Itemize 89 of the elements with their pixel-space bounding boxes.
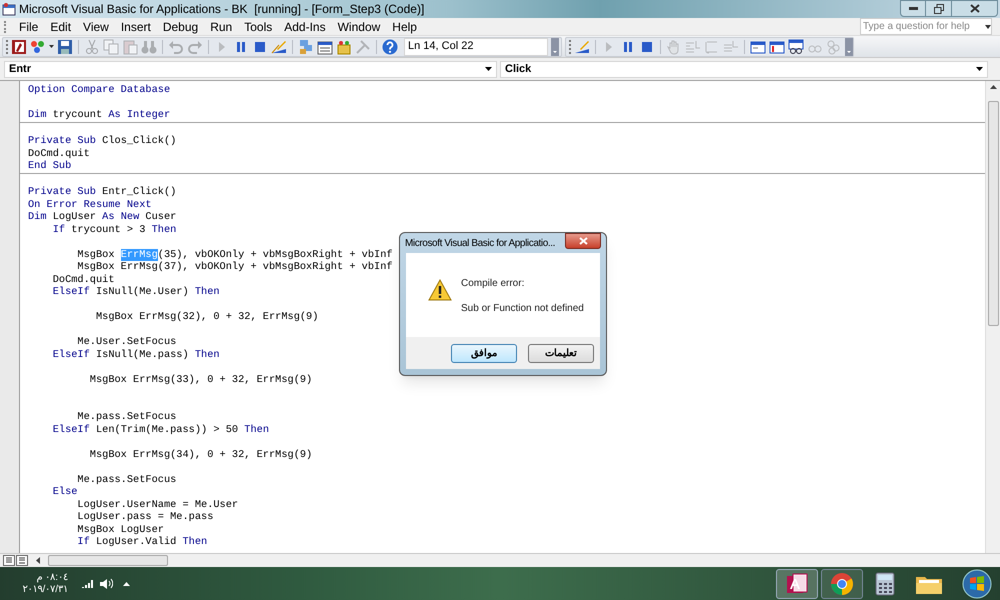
minimize-button[interactable] bbox=[900, 0, 926, 17]
restore-icon bbox=[934, 4, 944, 14]
help-icon[interactable] bbox=[382, 38, 398, 54]
code-line: Option Compare Database bbox=[28, 84, 170, 96]
menu-item[interactable]: Debug bbox=[156, 18, 204, 36]
locals-window-icon[interactable] bbox=[750, 38, 766, 54]
code-line: ElseIf IsNull(Me.User) Then bbox=[52, 286, 220, 298]
insert-module-icon[interactable] bbox=[30, 38, 46, 54]
menu-item[interactable]: File bbox=[13, 18, 44, 36]
scroll-up-arrow-icon bbox=[990, 85, 996, 89]
code-line: Dim LogUser As New Cuser bbox=[28, 211, 176, 224]
access-view-icon[interactable] bbox=[11, 38, 27, 54]
menu-item[interactable]: Run bbox=[204, 18, 238, 36]
code-line: MsgBox ErrMsg(35), vbOKOnly + vbMsgBoxRight + vbInf bbox=[76, 248, 393, 261]
clock-time: ٠٨:٠٤ م bbox=[36, 572, 68, 584]
code-line: LogUser.pass = Me.pass bbox=[76, 511, 214, 524]
calculator-icon[interactable] bbox=[875, 572, 895, 596]
horizontal-scrollbar-thumb[interactable] bbox=[48, 555, 168, 566]
procedure-view-icon[interactable] bbox=[3, 555, 15, 566]
watch-window-icon[interactable] bbox=[788, 38, 804, 54]
close-icon bbox=[970, 4, 980, 13]
close-button[interactable] bbox=[952, 0, 998, 17]
window-title: Microsoft Visual Basic for Applications - BK [running] - [Form_Step3 (Code)] bbox=[19, 1, 424, 18]
code-line: On Error Resume Next bbox=[28, 198, 152, 211]
code-line: MsgBox LogUser bbox=[76, 524, 164, 536]
code-line: MsgBox ErrMsg(34), 0 + 32, ErrMsg(9) bbox=[88, 448, 312, 461]
minimize-icon bbox=[908, 7, 918, 10]
object-browser-icon[interactable] bbox=[336, 38, 352, 54]
code-line: Private Sub Entr_Click() bbox=[28, 186, 176, 198]
code-line: DoCmd.quit bbox=[28, 148, 90, 160]
code-line: DoCmd.quit bbox=[52, 274, 115, 286]
menu-item[interactable]: Add-Ins bbox=[278, 18, 332, 36]
error-heading: Compile error: bbox=[461, 277, 526, 291]
design-mode-icon[interactable] bbox=[271, 38, 287, 54]
properties-window-icon[interactable] bbox=[317, 38, 333, 54]
code-line: MsgBox ErrMsg(32), 0 + 32, ErrMsg(9) bbox=[94, 311, 318, 324]
procedure-dropdown[interactable]: Click bbox=[500, 60, 988, 78]
menu-item[interactable]: View bbox=[77, 18, 115, 36]
immediate-window-icon[interactable] bbox=[769, 38, 785, 54]
start-button-icon[interactable] bbox=[962, 568, 992, 598]
code-line: Dim trycount As Integer bbox=[28, 109, 170, 122]
app-icon bbox=[2, 2, 16, 16]
vertical-scrollbar[interactable] bbox=[985, 81, 1000, 553]
close-icon bbox=[578, 237, 588, 245]
taskbar-app-button[interactable] bbox=[776, 568, 818, 598]
menu-item[interactable]: Help bbox=[386, 18, 423, 36]
menu-item[interactable]: Tools bbox=[238, 18, 278, 36]
chrome-browser-icon bbox=[830, 572, 854, 596]
dropdown-arrow-icon bbox=[485, 67, 492, 71]
show-hidden-icons-icon[interactable] bbox=[123, 582, 130, 586]
error-message: Sub or Function not defined bbox=[461, 302, 584, 316]
code-line: If trycount > 3 Then bbox=[52, 224, 176, 236]
save-icon[interactable] bbox=[57, 38, 73, 54]
dropdown-arrow-icon bbox=[985, 24, 991, 28]
dialog-button[interactable]: موافق bbox=[451, 344, 517, 362]
code-line: End Sub bbox=[28, 160, 72, 172]
scroll-left-arrow-icon bbox=[36, 557, 40, 564]
cursor-position-field: Ln 14, Col 22 bbox=[404, 38, 548, 56]
dropdown-arrow-icon bbox=[976, 67, 983, 71]
code-line: Me.pass.SetFocus bbox=[76, 411, 176, 424]
dialog-button[interactable]: تعليمات bbox=[528, 344, 594, 362]
dialog-close-button[interactable] bbox=[565, 233, 601, 249]
code-line: Private Sub Clos_Click() bbox=[28, 135, 176, 148]
scrollbar-thumb[interactable] bbox=[988, 101, 998, 326]
code-line: MsgBox ErrMsg(37), vbOKOnly + vbMsgBoxRight + vbInf bbox=[76, 261, 393, 274]
code-line: MsgBox ErrMsg(33), 0 + 32, ErrMsg(9) bbox=[88, 374, 312, 386]
menu-item[interactable]: Edit bbox=[44, 18, 78, 36]
code-line: LogUser.UserName = Me.User bbox=[76, 498, 238, 511]
network-signal-icon[interactable] bbox=[82, 579, 94, 588]
menu-item[interactable]: Insert bbox=[114, 18, 157, 36]
code-line: If LogUser.Valid Then bbox=[76, 536, 208, 548]
clock-date: ٢٠١٩/٠٧/٣١ bbox=[22, 584, 68, 596]
object-dropdown[interactable]: Entr bbox=[4, 60, 497, 78]
code-line: ElseIf Len(Trim(Me.pass)) > 50 Then bbox=[52, 424, 269, 436]
volume-icon[interactable] bbox=[100, 578, 113, 589]
menu-item[interactable]: Window bbox=[332, 18, 386, 36]
dialog-title: Microsoft Visual Basic for Applicatio... bbox=[405, 236, 555, 250]
code-line: Me.User.SetFocus bbox=[76, 336, 176, 348]
code-line: Me.pass.SetFocus bbox=[77, 474, 176, 486]
code-line: ElseIf IsNull(Me.pass) Then bbox=[52, 348, 220, 361]
code-line: Else bbox=[52, 486, 78, 498]
full-module-view-icon[interactable] bbox=[16, 555, 28, 566]
taskbar-app-button[interactable] bbox=[821, 568, 863, 598]
dropdown-arrow-icon[interactable] bbox=[49, 45, 54, 48]
design-mode-icon[interactable] bbox=[574, 38, 590, 54]
access-app-icon bbox=[786, 572, 808, 594]
restore-button[interactable] bbox=[926, 0, 952, 17]
help-search-field[interactable]: Type a question for help bbox=[860, 18, 992, 35]
warning-icon bbox=[428, 279, 452, 301]
